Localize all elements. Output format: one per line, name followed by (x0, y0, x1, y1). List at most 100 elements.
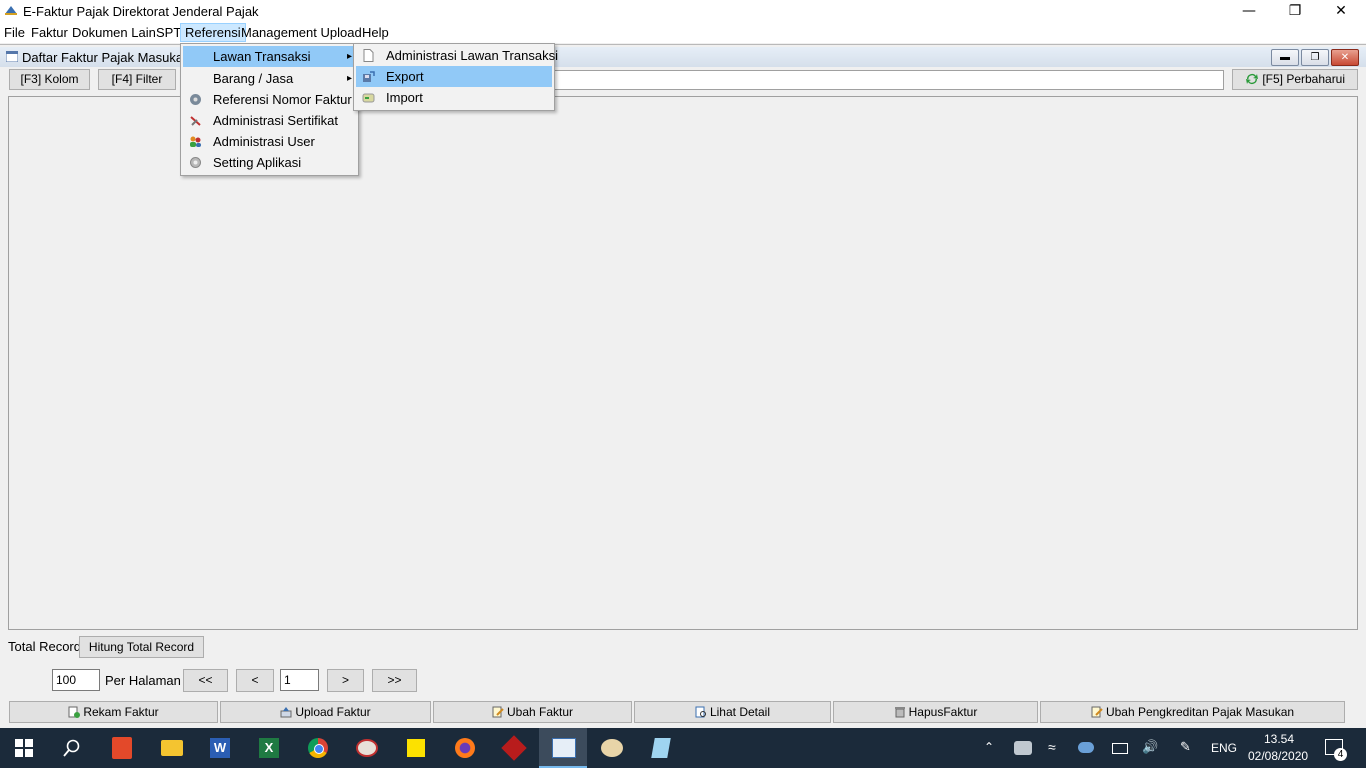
frame-maximize-button[interactable]: ❐ (1301, 49, 1329, 66)
menu-item-label: Barang / Jasa (213, 71, 294, 86)
volume-icon[interactable]: 🔊 (1142, 739, 1158, 755)
hitung-total-record-button[interactable]: Hitung Total Record (79, 636, 204, 658)
taskbar-red-app[interactable] (490, 728, 538, 768)
filter-input[interactable] (546, 70, 1224, 90)
taskbar-palette-app[interactable] (588, 728, 636, 768)
ubah-pengkreditan-button[interactable]: Ubah Pengkreditan Pajak Masukan (1040, 701, 1345, 723)
rekam-faktur-button[interactable]: Rekam Faktur (9, 701, 218, 723)
frame-minimize-button[interactable]: ▬ (1271, 49, 1299, 66)
word-icon: W (210, 738, 230, 758)
search-button[interactable] (48, 728, 96, 768)
first-page-button[interactable]: << (183, 669, 228, 692)
menu-item-export[interactable]: Export (356, 66, 552, 87)
paint-icon (356, 739, 378, 757)
menu-management-upload[interactable]: Management Upload (237, 24, 366, 41)
menu-item-label: Import (386, 90, 423, 105)
efaktur-taskbar-icon (552, 738, 576, 758)
taskbar-paint-app[interactable] (343, 728, 391, 768)
menu-item-label: Setting Aplikasi (213, 155, 302, 170)
document-icon (363, 49, 374, 62)
taskbar-excel[interactable]: X (245, 728, 293, 768)
window-title: E-Faktur Pajak Direktorat Jenderal Pajak (23, 4, 259, 19)
taskbar-word[interactable]: W (196, 728, 244, 768)
taskbar-file-explorer[interactable] (147, 728, 195, 768)
hapus-faktur-button[interactable]: HapusFaktur (833, 701, 1038, 723)
page-number-input[interactable]: 1 (280, 669, 319, 691)
filter-button[interactable]: [F4] Filter (98, 69, 176, 90)
menu-item-label: Export (386, 69, 424, 84)
menu-help[interactable]: Help (358, 24, 393, 41)
notification-count-badge: 4 (1334, 748, 1347, 761)
minimize-button[interactable]: — (1226, 0, 1272, 22)
ubah-faktur-label: Ubah Faktur (506, 705, 574, 719)
menu-item-administrasi-lawan-transaksi[interactable]: Administrasi Lawan Transaksi (356, 45, 558, 66)
menu-item-label: Lawan Transaksi (213, 49, 311, 64)
menu-item-setting-aplikasi[interactable]: Setting Aplikasi (183, 152, 356, 173)
restore-button[interactable]: ❐ (1272, 0, 1318, 22)
title-bar: E-Faktur Pajak Direktorat Jenderal Pajak… (0, 0, 1366, 22)
tray-chevron-icon[interactable]: ⌃ (984, 740, 994, 754)
chrome-icon (308, 738, 328, 758)
disk-icon (190, 94, 201, 105)
last-page-button[interactable]: >> (372, 669, 417, 692)
clock-date[interactable]: 02/08/2020 (1248, 749, 1308, 763)
referensi-menu: Lawan Transaksi ▸ Barang / Jasa ▸ Refere… (180, 43, 359, 176)
delete-icon (894, 707, 905, 718)
taskbar-sticky-notes[interactable] (392, 728, 440, 768)
prev-page-button[interactable]: < (236, 669, 274, 692)
menu-item-referensi-nomor-faktur[interactable]: Referensi Nomor Faktur (183, 89, 356, 110)
pen-icon[interactable]: ✎ (1180, 739, 1191, 755)
clock-time[interactable]: 13.54 (1264, 732, 1294, 746)
taskbar-notes-app[interactable] (637, 728, 685, 768)
next-page-button[interactable]: > (327, 669, 364, 692)
start-button[interactable] (0, 728, 48, 768)
efaktur-logo-icon (5, 6, 17, 15)
kolom-button[interactable]: [F3] Kolom (9, 69, 90, 90)
notes-icon (651, 738, 671, 758)
menu-item-barang-jasa[interactable]: Barang / Jasa ▸ (183, 68, 356, 89)
menu-item-import[interactable]: Import (356, 87, 552, 108)
per-page-input[interactable]: 100 (52, 669, 100, 691)
upload-icon (280, 707, 292, 718)
total-record-label: Total Record (8, 639, 81, 654)
lihat-detail-button[interactable]: Lihat Detail (634, 701, 831, 723)
lihat-detail-label: Lihat Detail (709, 705, 771, 719)
add-document-icon (68, 706, 81, 718)
menu-item-label: Administrasi User (213, 134, 315, 149)
wifi-icon[interactable]: ≈ (1048, 739, 1056, 755)
menu-item-administrasi-user[interactable]: Administrasi User (183, 131, 356, 152)
ubah-pengkreditan-label: Ubah Pengkreditan Pajak Masukan (1105, 705, 1295, 719)
onedrive-icon[interactable] (1078, 742, 1094, 753)
refresh-label: [F5] Perbaharui (1262, 72, 1346, 86)
taskbar-efaktur[interactable] (539, 728, 587, 768)
menu-item-administrasi-sertifikat[interactable]: Administrasi Sertifikat (183, 110, 356, 131)
rekam-faktur-label: Rekam Faktur (83, 705, 159, 719)
excel-icon: X (259, 738, 279, 758)
battery-icon[interactable] (1112, 743, 1128, 754)
frame-icon (6, 51, 18, 62)
menu-faktur[interactable]: Faktur (27, 24, 72, 41)
tray-device-icon[interactable] (1014, 741, 1032, 755)
refresh-button[interactable]: [F5] Perbaharui (1232, 69, 1358, 90)
edit-credit-icon (1091, 706, 1103, 718)
frame-close-button[interactable]: ✕ (1331, 49, 1359, 66)
office-icon (112, 737, 132, 759)
close-button[interactable]: ✕ (1318, 0, 1364, 22)
taskbar-chrome[interactable] (294, 728, 342, 768)
language-indicator[interactable]: ENG (1211, 741, 1237, 755)
edit-document-icon (492, 706, 504, 718)
menu-item-label: Referensi Nomor Faktur (213, 92, 352, 107)
ubah-faktur-button[interactable]: Ubah Faktur (433, 701, 632, 723)
firefox-icon (455, 738, 475, 758)
menu-item-lawan-transaksi[interactable]: Lawan Transaksi ▸ (183, 46, 356, 67)
search-icon (63, 739, 80, 757)
lawan-transaksi-submenu: Administrasi Lawan Transaksi Export Impo… (353, 43, 558, 111)
faktur-table-area[interactable] (8, 96, 1358, 630)
taskbar-office-app[interactable] (98, 728, 146, 768)
taskbar-firefox[interactable] (441, 728, 489, 768)
upload-faktur-button[interactable]: Upload Faktur (220, 701, 431, 723)
menu-dokumen-lain[interactable]: Dokumen Lain (68, 24, 160, 41)
menu-file[interactable]: File (0, 24, 29, 41)
menu-referensi[interactable]: Referensi (180, 23, 246, 42)
menu-item-label: Administrasi Lawan Transaksi (386, 48, 558, 63)
